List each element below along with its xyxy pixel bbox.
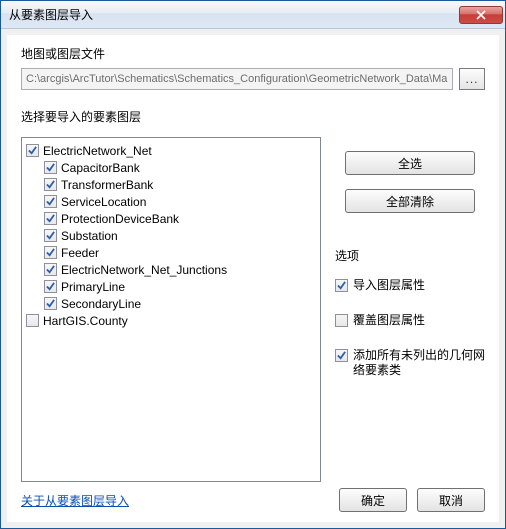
file-section-label: 地图或图层文件 [21, 45, 485, 62]
file-row: C:\arcgis\ArcTutor\Schematics\Schematics… [21, 68, 485, 90]
layer-tree-item[interactable]: ElectricNetwork_Net [26, 142, 316, 159]
layer-label: SecondaryLine [61, 297, 141, 311]
layer-label: ServiceLocation [61, 195, 146, 209]
left-column: ElectricNetwork_Net CapacitorBank Transfor… [21, 131, 321, 482]
cancel-button[interactable]: 取消 [417, 488, 485, 512]
layer-checkbox[interactable] [26, 144, 39, 157]
browse-button[interactable]: ... [459, 68, 485, 90]
option-row[interactable]: 添加所有未列出的几何网络要素类 [335, 348, 485, 378]
layer-tree-item[interactable]: HartGIS.County [26, 312, 316, 329]
dialog-window: 从要素图层导入 地图或图层文件 C:\arcgis\ArcTutor\Schem… [0, 0, 506, 529]
layer-checkbox[interactable] [44, 178, 57, 191]
clear-all-button[interactable]: 全部清除 [345, 189, 475, 213]
layer-tree-item[interactable]: CapacitorBank [26, 159, 316, 176]
layer-checkbox[interactable] [44, 212, 57, 225]
layer-label: ProtectionDeviceBank [61, 212, 179, 226]
layer-checkbox[interactable] [26, 314, 39, 327]
option-row[interactable]: 覆盖图层属性 [335, 313, 485, 328]
layer-checkbox[interactable] [44, 229, 57, 242]
close-icon [476, 10, 486, 20]
layer-label: CapacitorBank [61, 161, 140, 175]
help-link[interactable]: 关于从要素图层导入 [21, 492, 329, 509]
right-column: 全选 全部清除 选项 导入图层属性覆盖图层属性添加所有未列出的几何网络要素类 [335, 131, 485, 482]
main-row: ElectricNetwork_Net CapacitorBank Transfor… [21, 131, 485, 482]
layer-tree-item[interactable]: TransformerBank [26, 176, 316, 193]
layer-label: Substation [61, 229, 118, 243]
option-label: 覆盖图层属性 [353, 313, 485, 328]
layer-label: Feeder [61, 246, 99, 260]
options-group-label: 选项 [335, 247, 485, 264]
file-path-field[interactable]: C:\arcgis\ArcTutor\Schematics\Schematics… [21, 68, 453, 90]
layer-label: HartGIS.County [43, 314, 128, 328]
layers-section-label: 选择要导入的要素图层 [21, 108, 485, 125]
title-bar: 从要素图层导入 [1, 1, 505, 29]
close-button[interactable] [459, 6, 503, 24]
options-group: 选项 导入图层属性覆盖图层属性添加所有未列出的几何网络要素类 [335, 247, 485, 398]
layer-tree-item[interactable]: SecondaryLine [26, 295, 316, 312]
layer-tree-item[interactable]: PrimaryLine [26, 278, 316, 295]
window-title: 从要素图层导入 [9, 6, 459, 23]
option-checkbox[interactable] [335, 314, 348, 327]
option-label: 导入图层属性 [353, 278, 485, 293]
layer-label: PrimaryLine [61, 280, 125, 294]
layer-tree-item[interactable]: Feeder [26, 244, 316, 261]
layer-tree-item[interactable]: ElectricNetwork_Net_Junctions [26, 261, 316, 278]
layer-checkbox[interactable] [44, 161, 57, 174]
layer-tree-item[interactable]: ProtectionDeviceBank [26, 210, 316, 227]
ok-button[interactable]: 确定 [339, 488, 407, 512]
layer-label: ElectricNetwork_Net_Junctions [61, 263, 227, 277]
layer-label: TransformerBank [61, 178, 153, 192]
layer-checkbox[interactable] [44, 263, 57, 276]
layer-tree-item[interactable]: ServiceLocation [26, 193, 316, 210]
layer-label: ElectricNetwork_Net [43, 144, 152, 158]
layer-checkbox[interactable] [44, 280, 57, 293]
option-row[interactable]: 导入图层属性 [335, 278, 485, 293]
layer-checkbox[interactable] [44, 195, 57, 208]
dialog-body: 地图或图层文件 C:\arcgis\ArcTutor\Schematics\Sc… [7, 35, 499, 522]
layer-checkbox[interactable] [44, 297, 57, 310]
select-all-button[interactable]: 全选 [345, 151, 475, 175]
dialog-footer: 关于从要素图层导入 确定 取消 [21, 482, 485, 512]
layer-checkbox[interactable] [44, 246, 57, 259]
layer-tree-item[interactable]: Substation [26, 227, 316, 244]
option-checkbox[interactable] [335, 279, 348, 292]
layer-tree[interactable]: ElectricNetwork_Net CapacitorBank Transfor… [21, 137, 321, 482]
option-label: 添加所有未列出的几何网络要素类 [353, 348, 485, 378]
option-checkbox[interactable] [335, 349, 348, 362]
